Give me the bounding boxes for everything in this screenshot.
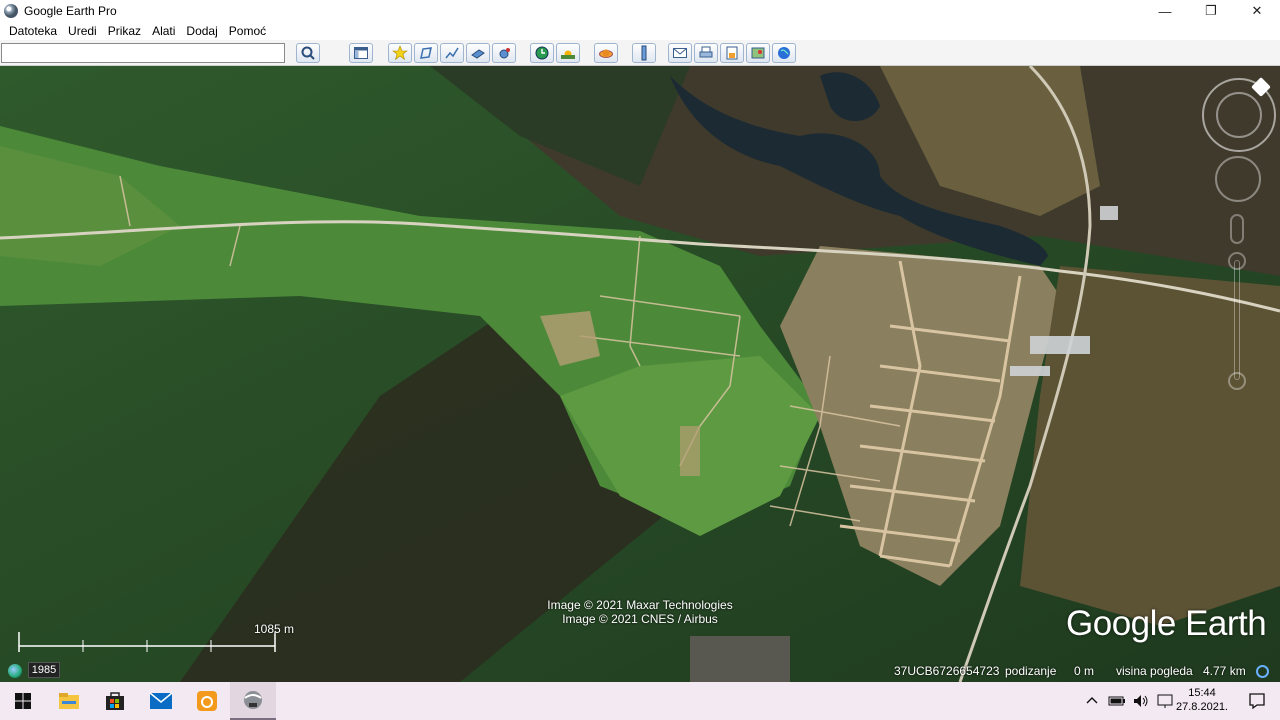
- menu-bar: Datoteka Uredi Prikaz Alati Dodaj Pomoć: [0, 22, 1280, 40]
- add-path-button[interactable]: [440, 43, 464, 63]
- windows-start-icon: [15, 693, 31, 709]
- zoom-slider[interactable]: [1234, 260, 1240, 380]
- sidebar-toggle-button[interactable]: [349, 43, 373, 63]
- taskbar-clock[interactable]: 15:44 27.8.2021.: [1170, 686, 1234, 714]
- zoom-in-button[interactable]: [1228, 252, 1246, 270]
- record-tour-icon: [499, 48, 510, 59]
- view-maps-icon: [751, 47, 765, 59]
- coordinates-readout: 37UCB6726654723: [894, 664, 1000, 678]
- scale-bar: [18, 632, 276, 652]
- search-icon: [301, 46, 315, 60]
- path-icon: [445, 47, 459, 59]
- start-button[interactable]: [0, 682, 46, 720]
- placemark-icon: [392, 45, 408, 61]
- earth-icon: [778, 47, 790, 59]
- search-input[interactable]: [1, 43, 285, 63]
- attribution-line-1: Image © 2021 Maxar Technologies: [547, 598, 733, 612]
- toolbar: +: [0, 40, 1280, 66]
- earth-gallery-button[interactable]: [772, 43, 796, 63]
- email-button[interactable]: [668, 43, 692, 63]
- look-joystick[interactable]: [1216, 92, 1262, 138]
- street-view-pegman-icon[interactable]: [1230, 214, 1244, 244]
- save-image-icon: [726, 46, 738, 60]
- overlay-icon: [471, 49, 485, 59]
- clock-time: 15:44: [1188, 687, 1216, 699]
- streaming-indicator-icon: [1256, 665, 1269, 678]
- ruler-icon: [641, 45, 647, 61]
- volume-icon[interactable]: [1132, 693, 1150, 709]
- minimize-button[interactable]: —: [1142, 0, 1188, 22]
- add-polygon-button[interactable]: +: [414, 43, 438, 63]
- add-overlay-button[interactable]: [466, 43, 490, 63]
- add-placemark-button[interactable]: [388, 43, 412, 63]
- store-icon: [106, 692, 124, 710]
- svg-text:+: +: [428, 47, 432, 53]
- sunlight-button[interactable]: [556, 43, 580, 63]
- scale-label: 1085 m: [254, 622, 295, 636]
- menu-add[interactable]: Dodaj: [186, 24, 217, 38]
- close-button[interactable]: ✕: [1234, 0, 1280, 22]
- north-up-icon[interactable]: [1251, 77, 1271, 97]
- record-tour-button[interactable]: [492, 43, 516, 63]
- view-in-maps-button[interactable]: [746, 43, 770, 63]
- search-button[interactable]: [296, 43, 320, 63]
- taskbar-google-earth[interactable]: [230, 682, 276, 720]
- planets-icon: [599, 49, 613, 58]
- taskbar-file-explorer[interactable]: [46, 682, 92, 720]
- satellite-imagery: [0, 66, 1280, 682]
- file-explorer-icon: [59, 693, 79, 709]
- save-image-button[interactable]: [720, 43, 744, 63]
- taskbar-store[interactable]: [92, 682, 138, 720]
- menu-edit[interactable]: Uredi: [68, 24, 97, 38]
- chevron-up-icon[interactable]: [1084, 693, 1100, 709]
- battery-icon[interactable]: [1108, 693, 1126, 709]
- taskbar-orange-app[interactable]: [184, 682, 230, 720]
- elevation-label: podizanje: [1005, 664, 1057, 678]
- ruler-button[interactable]: [632, 43, 656, 63]
- google-earth-app-icon: [4, 4, 18, 18]
- status-bar: 37UCB6726654723 podizanje 0 m visina pog…: [0, 662, 1280, 682]
- maximize-button[interactable]: ❐: [1188, 0, 1234, 22]
- notifications-button[interactable]: [1234, 682, 1280, 720]
- elevation-value: 0 m: [1074, 664, 1095, 678]
- menu-help[interactable]: Pomoć: [229, 24, 266, 38]
- print-button[interactable]: [694, 43, 718, 63]
- compass-ring[interactable]: [1202, 77, 1276, 152]
- email-icon: [673, 48, 687, 58]
- menu-view[interactable]: Prikaz: [108, 24, 141, 38]
- eye-altitude-value: 4.77 km: [1203, 664, 1246, 678]
- google-earth-logo: Google Earth: [1066, 604, 1267, 643]
- imagery-attribution: Image © 2021 Maxar Technologies Image © …: [520, 598, 760, 626]
- google-earth-icon: [244, 691, 262, 709]
- window-title: Google Earth Pro: [24, 4, 117, 18]
- map-viewport[interactable]: Image © 2021 Maxar Technologies Image © …: [0, 66, 1280, 682]
- sunlight-icon: [561, 50, 575, 59]
- notifications-icon: [1249, 693, 1265, 710]
- zoom-out-button[interactable]: [1228, 372, 1246, 390]
- taskbar-mail[interactable]: [138, 682, 184, 720]
- print-icon: [699, 46, 713, 58]
- historical-imagery-icon: [535, 46, 549, 60]
- window-controls: — ❐ ✕: [1142, 0, 1280, 22]
- attribution-line-2: Image © 2021 CNES / Airbus: [562, 612, 718, 626]
- menu-file[interactable]: Datoteka: [9, 24, 57, 38]
- switch-planets-button[interactable]: [594, 43, 618, 63]
- polygon-icon: +: [420, 47, 432, 59]
- taskbar: 15:44 27.8.2021.: [0, 682, 1280, 720]
- system-tray: [1084, 682, 1174, 720]
- eye-altitude-label: visina pogleda: [1116, 664, 1193, 678]
- title-bar: Google Earth Pro — ❐ ✕: [0, 0, 1280, 22]
- mail-icon: [149, 692, 173, 709]
- clock-date: 27.8.2021.: [1176, 701, 1228, 713]
- navigation-controls: [1200, 74, 1280, 394]
- menu-tools[interactable]: Alati: [152, 24, 175, 38]
- app-orange-icon: [197, 691, 217, 711]
- historical-imagery-button[interactable]: [530, 43, 554, 63]
- sidebar-icon: [354, 47, 368, 59]
- move-joystick[interactable]: [1215, 156, 1261, 202]
